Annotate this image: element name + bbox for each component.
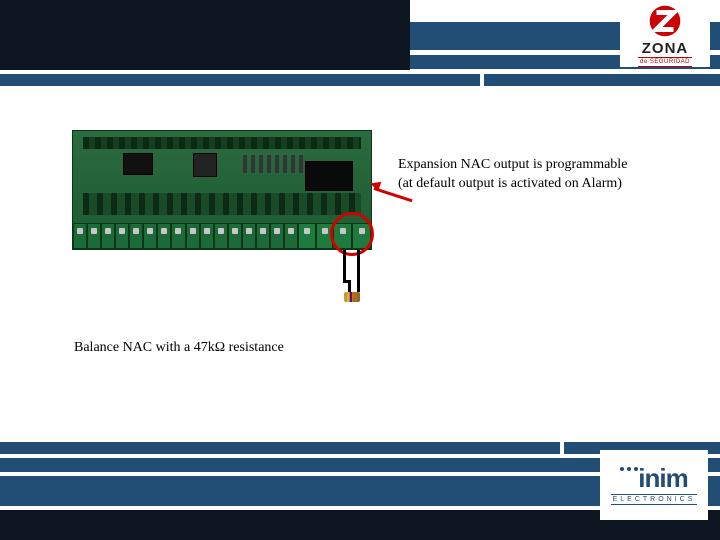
content-area: Expansion NAC output is programmable (at… (0, 120, 720, 420)
footer: inim ELECTRONICS (0, 428, 720, 540)
inim-brand-text: inim (638, 465, 687, 491)
resistor-band-icon (350, 292, 352, 302)
callout-line: (at default output is activated on Alarm… (398, 175, 678, 194)
resistor-band-icon (347, 292, 349, 302)
balance-callout: Balance NAC with a 47kΩ resistance (74, 340, 284, 356)
header-dark-block (0, 0, 410, 70)
header: ZONA de SEGURIDAD (0, 0, 720, 94)
zona-subtitle: de SEGURIDAD (638, 57, 692, 67)
inim-logo: inim ELECTRONICS (600, 450, 708, 520)
zona-emblem-icon (648, 4, 682, 38)
footer-stripe (0, 442, 560, 454)
expansion-callout: Expansion NAC output is programmable (at… (398, 156, 678, 194)
header-stripe (0, 74, 480, 86)
inim-subtitle: ELECTRONICS (611, 494, 698, 505)
resistor-band-icon (353, 292, 355, 302)
zona-logo: ZONA de SEGURIDAD (620, 3, 710, 67)
header-stripe (484, 74, 720, 86)
pcb-board-image (72, 130, 372, 250)
zona-brand-text: ZONA (642, 40, 689, 57)
inim-brand-row: inim (620, 465, 687, 491)
resistor-lead-icon (343, 250, 346, 280)
callout-line: Expansion NAC output is programmable (398, 156, 678, 175)
resistor-lead-icon (348, 280, 351, 292)
inim-dots-icon (620, 467, 638, 471)
resistor-lead-icon (357, 250, 360, 292)
